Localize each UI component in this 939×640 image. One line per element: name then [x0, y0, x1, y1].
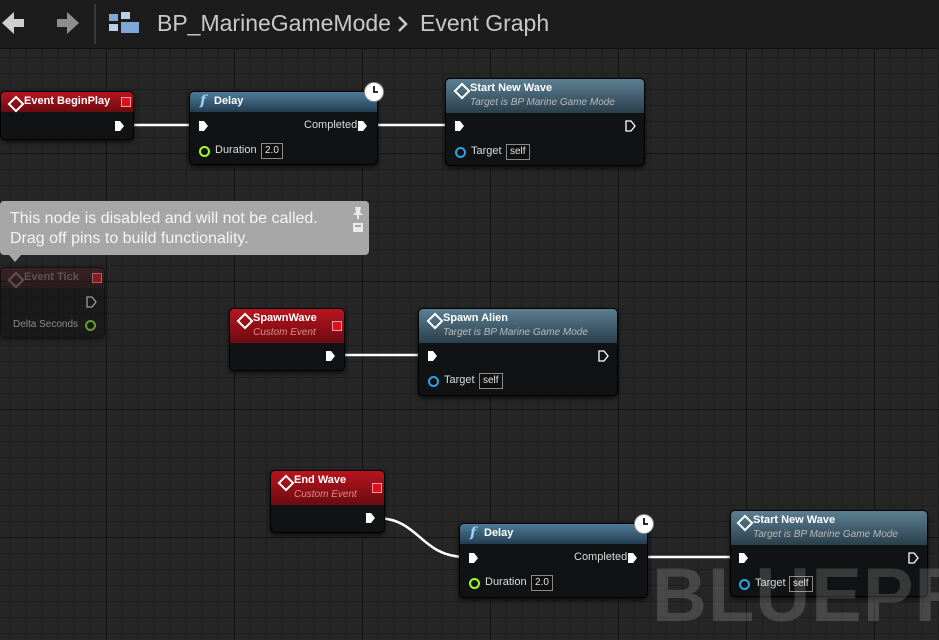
- clock-icon: [364, 82, 384, 102]
- graph-toolbar: BP_MarineGameMode Event Graph: [0, 0, 939, 49]
- function-diamond-icon: [453, 82, 471, 100]
- duration-label: Duration: [485, 576, 527, 588]
- event-diamond-icon: [236, 312, 254, 330]
- node-subtitle: Target is BP Marine Game Mode: [753, 529, 898, 540]
- node-header: f Delay: [460, 524, 647, 544]
- duration-input[interactable]: 2.0: [531, 575, 553, 591]
- node-end-wave[interactable]: End Wave Custom Event: [270, 470, 385, 533]
- duration-input[interactable]: 2.0: [261, 143, 283, 159]
- object-pin[interactable]: [428, 376, 439, 387]
- node-title: Event Tick: [24, 271, 79, 283]
- node-subtitle: Target is BP Marine Game Mode: [443, 327, 588, 338]
- node-spawn-wave[interactable]: SpawnWave Custom Event: [229, 308, 345, 371]
- completed-label: Completed: [574, 551, 628, 563]
- target-value: self: [479, 373, 503, 389]
- pin-comment-icon[interactable]: [351, 205, 365, 235]
- node-header: f Delay: [190, 92, 377, 112]
- node-title: Start New Wave: [753, 514, 836, 526]
- delta-seconds-label: Delta Seconds: [13, 319, 79, 330]
- node-title: Spawn Alien: [443, 312, 508, 324]
- node-header: SpawnWave Custom Event: [230, 309, 344, 343]
- comment-tail: [9, 255, 21, 262]
- node-header: Start New Wave Target is BP Marine Game …: [446, 79, 644, 113]
- exec-out-pin[interactable]: [625, 120, 636, 132]
- event-diamond-icon: [7, 271, 25, 289]
- object-pin[interactable]: [455, 147, 466, 158]
- node-subtitle: Custom Event: [294, 489, 357, 500]
- float-pin[interactable]: [469, 578, 480, 589]
- comment-line-2: Drag off pins to build functionality.: [10, 230, 249, 247]
- blueprint-watermark: BLUEPRINT: [652, 553, 939, 638]
- function-diamond-icon: [736, 514, 754, 532]
- target-label: Target: [471, 145, 502, 157]
- duration-label: Duration: [215, 144, 257, 156]
- node-title: End Wave: [294, 474, 347, 486]
- clock-icon: [634, 514, 654, 534]
- arrow-left-icon: [2, 12, 24, 34]
- breadcrumb-blueprint[interactable]: BP_MarineGameMode: [157, 10, 391, 37]
- node-subtitle: Target is BP Marine Game Mode: [470, 97, 615, 108]
- delegate-pin[interactable]: [332, 321, 342, 331]
- node-start-new-wave[interactable]: Start New Wave Target is BP Marine Game …: [445, 78, 645, 166]
- node-header: Event Tick: [1, 268, 104, 289]
- exec-out-pin[interactable]: [598, 350, 609, 362]
- event-diamond-icon: [277, 474, 295, 492]
- chevron-right-icon: [398, 16, 408, 32]
- node-title: Delay: [484, 527, 514, 539]
- node-title: Delay: [214, 95, 244, 107]
- exec-out-pin[interactable]: [357, 120, 368, 132]
- exec-out-pin[interactable]: [627, 552, 638, 564]
- node-title: Start New Wave: [470, 82, 553, 94]
- exec-wire-endwave-delay: [375, 516, 467, 559]
- exec-out-pin[interactable]: [325, 350, 336, 362]
- node-header: End Wave Custom Event: [271, 471, 384, 505]
- function-diamond-icon: [426, 312, 444, 330]
- node-header: Event BeginPlay: [1, 92, 133, 113]
- exec-out-pin[interactable]: [86, 296, 97, 308]
- node-spawn-alien[interactable]: Spawn Alien Target is BP Marine Game Mod…: [418, 308, 618, 396]
- breadcrumb-graph[interactable]: Event Graph: [420, 10, 549, 37]
- node-event-beginplay[interactable]: Event BeginPlay: [0, 91, 134, 140]
- blueprint-class-icon: [109, 12, 139, 33]
- exec-in-pin[interactable]: [468, 552, 479, 564]
- function-icon: f: [200, 93, 207, 109]
- node-event-tick[interactable]: Event Tick Delta Seconds: [0, 267, 105, 338]
- target-label: Target: [444, 374, 475, 386]
- comment-line-1: This node is disabled and will not be ca…: [10, 210, 318, 227]
- completed-label: Completed: [304, 119, 358, 131]
- toolbar-divider: [94, 4, 96, 44]
- disabled-node-comment: This node is disabled and will not be ca…: [0, 201, 369, 262]
- node-header: Start New Wave Target is BP Marine Game …: [731, 511, 927, 545]
- function-icon: f: [470, 525, 477, 541]
- arrow-right-icon: [57, 12, 79, 34]
- node-title: SpawnWave: [253, 312, 317, 324]
- exec-out-pin[interactable]: [365, 512, 376, 524]
- delegate-pin[interactable]: [372, 483, 382, 493]
- event-diamond-icon: [7, 95, 25, 113]
- delegate-pin[interactable]: [121, 97, 131, 107]
- forward-button[interactable]: [51, 9, 81, 37]
- exec-in-pin[interactable]: [454, 120, 465, 132]
- exec-in-pin[interactable]: [198, 120, 209, 132]
- float-pin[interactable]: [199, 146, 210, 157]
- node-delay[interactable]: f Delay Completed Duration 2.0: [189, 91, 378, 165]
- node-subtitle: Custom Event: [253, 327, 316, 338]
- exec-out-pin[interactable]: [114, 120, 125, 132]
- float-pin[interactable]: [85, 320, 96, 331]
- back-button[interactable]: [0, 9, 30, 37]
- delegate-pin[interactable]: [92, 273, 102, 283]
- node-title: Event BeginPlay: [24, 95, 111, 107]
- node-delay[interactable]: f Delay Completed Duration 2.0: [459, 523, 648, 598]
- target-value: self: [506, 144, 530, 160]
- exec-in-pin[interactable]: [427, 350, 438, 362]
- node-header: Spawn Alien Target is BP Marine Game Mod…: [419, 309, 617, 343]
